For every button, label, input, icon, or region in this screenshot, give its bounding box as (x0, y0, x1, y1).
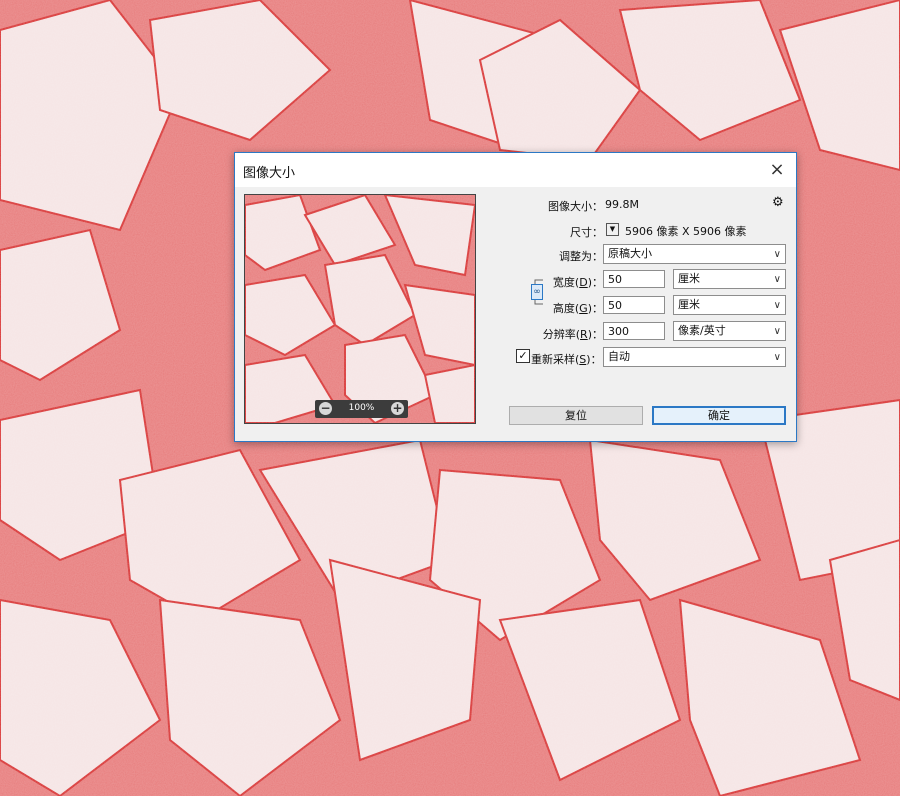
ok-button[interactable]: 确定 (652, 406, 786, 425)
dimensions-label: 尺寸： (570, 226, 603, 239)
fit-to-label: 调整为： (559, 250, 603, 263)
width-unit-select[interactable]: 厘米 ∨ (673, 269, 786, 289)
dialog-titlebar[interactable]: 图像大小 × (235, 153, 796, 187)
fit-to-select[interactable]: 原稿大小 ∨ (603, 244, 786, 264)
resolution-input[interactable]: 300 (603, 322, 665, 340)
chevron-down-icon: ∨ (773, 326, 781, 337)
chevron-down-icon: ∨ (773, 300, 781, 311)
zoom-control: − 100% + (315, 400, 408, 418)
fit-to-value: 原稿大小 (608, 247, 652, 260)
width-unit-value: 厘米 (678, 272, 700, 285)
reset-button[interactable]: 复位 (509, 406, 643, 425)
chevron-down-icon: ∨ (773, 249, 781, 260)
width-input[interactable]: 50 (603, 270, 665, 288)
resolution-label: 分辨率(R)： (542, 328, 603, 341)
dialog-title: 图像大小 (243, 166, 296, 181)
width-label: 宽度(D)： (552, 276, 603, 289)
close-icon[interactable]: × (764, 157, 790, 183)
dimensions-value: 5906 像素 X 5906 像素 (625, 225, 747, 238)
height-label: 高度(G)： (552, 302, 603, 315)
zoom-in-icon[interactable]: + (391, 402, 404, 415)
image-size-dialog: 图像大小 × − 100% + 图像大小： 99.8M ⚙ 尺寸： ▼ 5906… (234, 152, 797, 442)
resample-checkbox[interactable]: ✓ (516, 349, 530, 363)
height-unit-select[interactable]: 厘米 ∨ (673, 295, 786, 315)
resample-method-value: 自动 (608, 350, 630, 363)
resample-method-select[interactable]: 自动 ∨ (603, 347, 786, 367)
resample-label: 重新采样(S)： (531, 353, 602, 366)
height-unit-value: 厘米 (678, 298, 700, 311)
image-size-value: 99.8M (605, 198, 639, 211)
dimensions-unit-dropdown-icon[interactable]: ▼ (606, 223, 619, 236)
image-size-label: 图像大小： (548, 200, 603, 213)
chevron-down-icon: ∨ (773, 274, 781, 285)
preview-image (245, 195, 475, 423)
image-preview[interactable]: − 100% + (244, 194, 476, 424)
chevron-down-icon: ∨ (773, 352, 781, 363)
height-input[interactable]: 50 (603, 296, 665, 314)
resolution-unit-value: 像素/英寸 (678, 324, 726, 337)
resolution-unit-select[interactable]: 像素/英寸 ∨ (673, 321, 786, 341)
gear-icon[interactable]: ⚙ (772, 195, 784, 210)
